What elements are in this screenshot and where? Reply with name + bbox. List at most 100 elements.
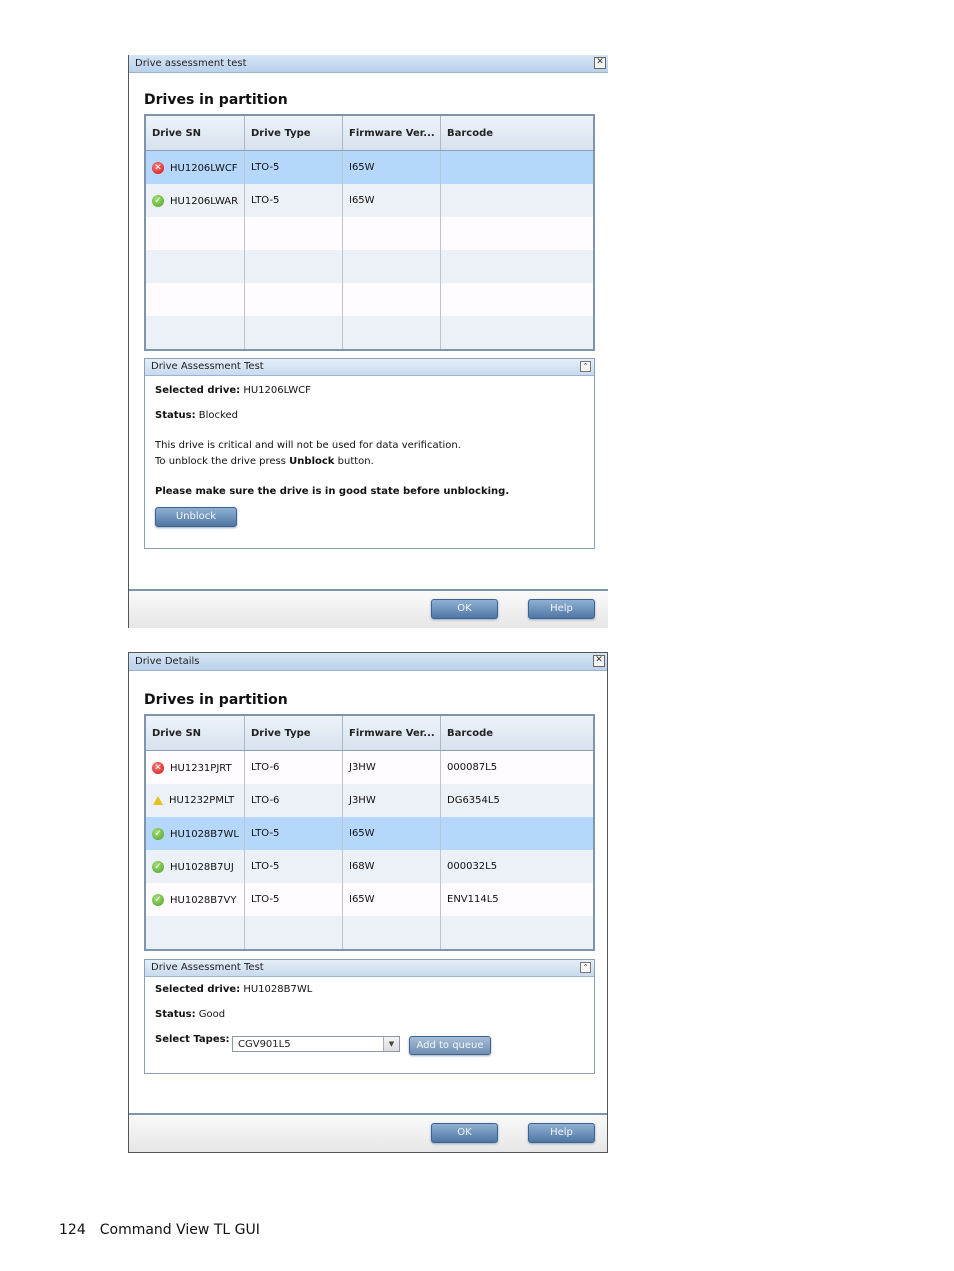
barcode-cell: [440, 817, 595, 850]
drive-type-cell: [244, 250, 343, 283]
drive-type-cell: LTO-5: [244, 184, 343, 217]
col-drive-type[interactable]: Drive Type: [244, 715, 343, 751]
status-label: Status:: [155, 410, 196, 421]
firmware-cell: [342, 916, 441, 950]
ok-status-icon: ✓: [152, 893, 164, 906]
col-barcode[interactable]: Barcode: [440, 115, 595, 151]
col-firmware[interactable]: Firmware Ver...: [342, 715, 441, 751]
drive-type-cell: LTO-6: [244, 750, 343, 784]
warning-message: Please make sure the drive is in good st…: [155, 486, 510, 497]
table-row[interactable]: ✓ HU1028B7WL LTO-5 I65W: [145, 817, 595, 850]
section-title: Drives in partition: [144, 692, 288, 708]
drive-type-text: LTO-5: [251, 162, 280, 173]
add-to-queue-button[interactable]: Add to queue: [409, 1036, 491, 1055]
assessment-panel: Drive Assessment Test ⌃ Selected drive: …: [144, 358, 595, 549]
firmware-cell: J3HW: [342, 784, 441, 817]
firmware-text: I65W: [349, 828, 375, 839]
firmware-cell: J3HW: [342, 750, 441, 784]
firmware-cell: [342, 283, 441, 316]
drive-type-cell: LTO-5: [244, 817, 343, 850]
unblock-button[interactable]: Unblock: [155, 507, 237, 527]
help-button[interactable]: Help: [528, 1123, 595, 1143]
drive-sn-text: HU1028B7VY: [170, 894, 237, 906]
barcode-text: ENV114L5: [447, 894, 499, 905]
table-row[interactable]: ✓ HU1028B7VY LTO-5 I65W ENV114L5: [145, 883, 595, 916]
barcode-text: DG6354L5: [447, 795, 500, 806]
table-row[interactable]: ✓ HU1028B7UJ LTO-5 I68W 000032L5: [145, 850, 595, 883]
barcode-cell: ENV114L5: [440, 883, 595, 916]
drive-sn-text: HU1231PJRT: [170, 762, 232, 774]
page-footer: 124 Command View TL GUI: [59, 1222, 274, 1238]
drive-sn-cell: ✓ HU1028B7WL: [145, 817, 245, 850]
drive-type-text: LTO-5: [251, 894, 280, 905]
table-row[interactable]: ✓ HU1206LWAR LTO-5 I65W: [145, 184, 595, 217]
drives-table: Drive SN Drive Type Firmware Ver... Barc…: [144, 714, 595, 951]
drive-sn-text: HU1206LWAR: [170, 195, 239, 207]
barcode-cell: [440, 250, 595, 283]
barcode-text: 000087L5: [447, 762, 498, 773]
firmware-cell: I68W: [342, 850, 441, 883]
drive-sn-text: HU1028B7UJ: [170, 861, 234, 873]
drive-sn-text: HU1206LWCF: [170, 162, 238, 174]
select-tapes-dropdown[interactable]: CGV901L5 ▼: [232, 1036, 400, 1052]
col-barcode[interactable]: Barcode: [440, 715, 595, 751]
instruction-bold: Unblock: [289, 456, 335, 467]
assessment-panel: Drive Assessment Test ⌃ Selected drive: …: [144, 959, 595, 1074]
firmware-cell: I65W: [342, 150, 441, 184]
col-drive-sn[interactable]: Drive SN: [145, 715, 245, 751]
empty-row: [145, 316, 595, 350]
drive-sn-cell: ✓ HU1028B7UJ: [145, 850, 245, 883]
chevron-down-icon[interactable]: ▼: [383, 1037, 399, 1051]
warning-status-icon: [153, 795, 163, 805]
drive-sn-text: HU1232PMLT: [169, 795, 235, 806]
col-firmware[interactable]: Firmware Ver...: [342, 115, 441, 151]
table-row[interactable]: ✕ HU1231PJRT LTO-6 J3HW 000087L5: [145, 750, 595, 784]
firmware-cell: [342, 250, 441, 283]
close-icon[interactable]: ✕: [594, 57, 606, 69]
dialog-title: Drive assessment test: [135, 58, 247, 69]
firmware-text: I65W: [349, 195, 375, 206]
ok-button[interactable]: OK: [431, 1123, 498, 1143]
barcode-text: 000032L5: [447, 861, 498, 872]
dialog-footer: OK Help: [129, 589, 608, 628]
firmware-text: I65W: [349, 162, 375, 173]
status-line: Status: Good: [155, 1009, 225, 1020]
close-icon[interactable]: ✕: [593, 655, 605, 667]
error-status-icon: ✕: [152, 161, 164, 174]
barcode-cell: [440, 283, 595, 316]
panel-title: Drive Assessment Test: [151, 361, 264, 372]
empty-row: [145, 916, 595, 950]
collapse-icon[interactable]: ⌃: [580, 962, 591, 973]
error-status-icon: ✕: [152, 761, 164, 774]
empty-row: [145, 283, 595, 316]
table-row[interactable]: ✕ HU1206LWCF LTO-5 I65W: [145, 150, 595, 184]
drive-type-text: LTO-5: [251, 828, 280, 839]
drive-sn-cell: ✕ HU1206LWCF: [145, 150, 245, 184]
drive-sn-cell: [145, 916, 245, 950]
section-title: Drives in partition: [144, 92, 288, 108]
drive-type-cell: [244, 316, 343, 350]
document-title: Command View TL GUI: [99, 1222, 260, 1238]
barcode-cell: DG6354L5: [440, 784, 595, 817]
firmware-cell: I65W: [342, 883, 441, 916]
collapse-icon[interactable]: ⌃: [580, 361, 591, 372]
critical-message: This drive is critical and will not be u…: [155, 440, 461, 451]
help-button[interactable]: Help: [528, 599, 595, 619]
col-drive-sn[interactable]: Drive SN: [145, 115, 245, 151]
select-tapes-label: Select Tapes:: [155, 1034, 230, 1045]
drive-type-cell: LTO-5: [244, 883, 343, 916]
firmware-cell: [342, 316, 441, 350]
selected-drive-value: HU1206LWCF: [243, 385, 311, 396]
drive-sn-cell: ✓ HU1206LWAR: [145, 184, 245, 217]
firmware-text: I65W: [349, 894, 375, 905]
col-drive-type[interactable]: Drive Type: [244, 115, 343, 151]
drive-type-text: LTO-5: [251, 195, 280, 206]
drive-type-cell: [244, 217, 343, 250]
ok-button[interactable]: OK: [431, 599, 498, 619]
drive-type-cell: [244, 916, 343, 950]
ok-status-icon: ✓: [152, 827, 164, 840]
dialog-footer: OK Help: [129, 1113, 607, 1152]
table-row[interactable]: HU1232PMLT LTO-6 J3HW DG6354L5: [145, 784, 595, 817]
firmware-text: I68W: [349, 861, 375, 872]
firmware-text: J3HW: [349, 795, 376, 806]
